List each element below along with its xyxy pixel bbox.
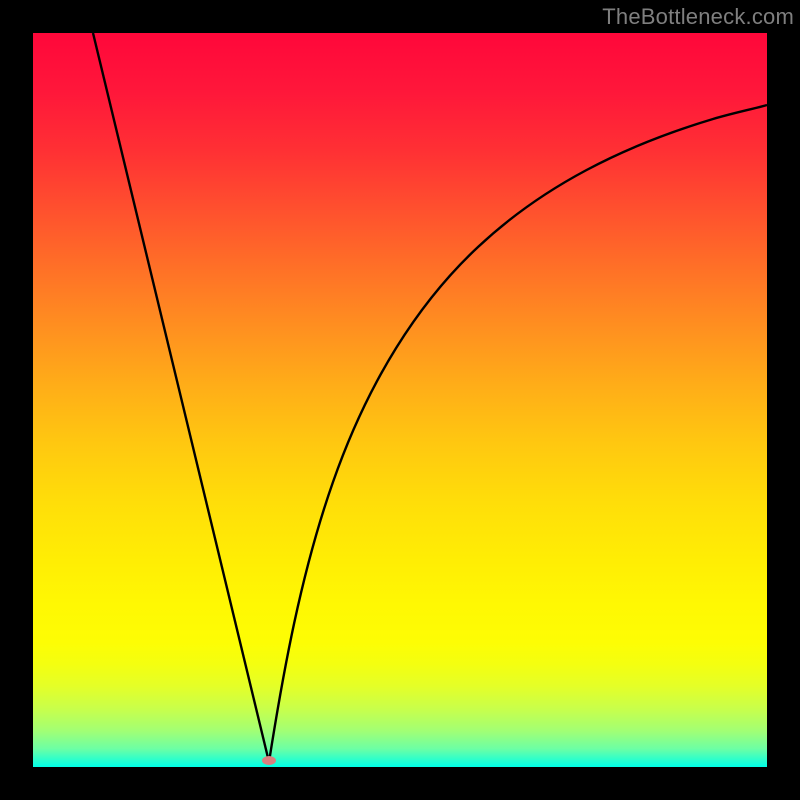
watermark-text: TheBottleneck.com <box>602 4 794 30</box>
curve-left-branch <box>93 33 269 762</box>
chart-plot-area <box>33 33 767 767</box>
bottleneck-curve <box>33 33 767 767</box>
bottleneck-min-marker <box>262 756 276 765</box>
curve-right-branch <box>269 105 767 762</box>
chart-frame: TheBottleneck.com <box>0 0 800 800</box>
